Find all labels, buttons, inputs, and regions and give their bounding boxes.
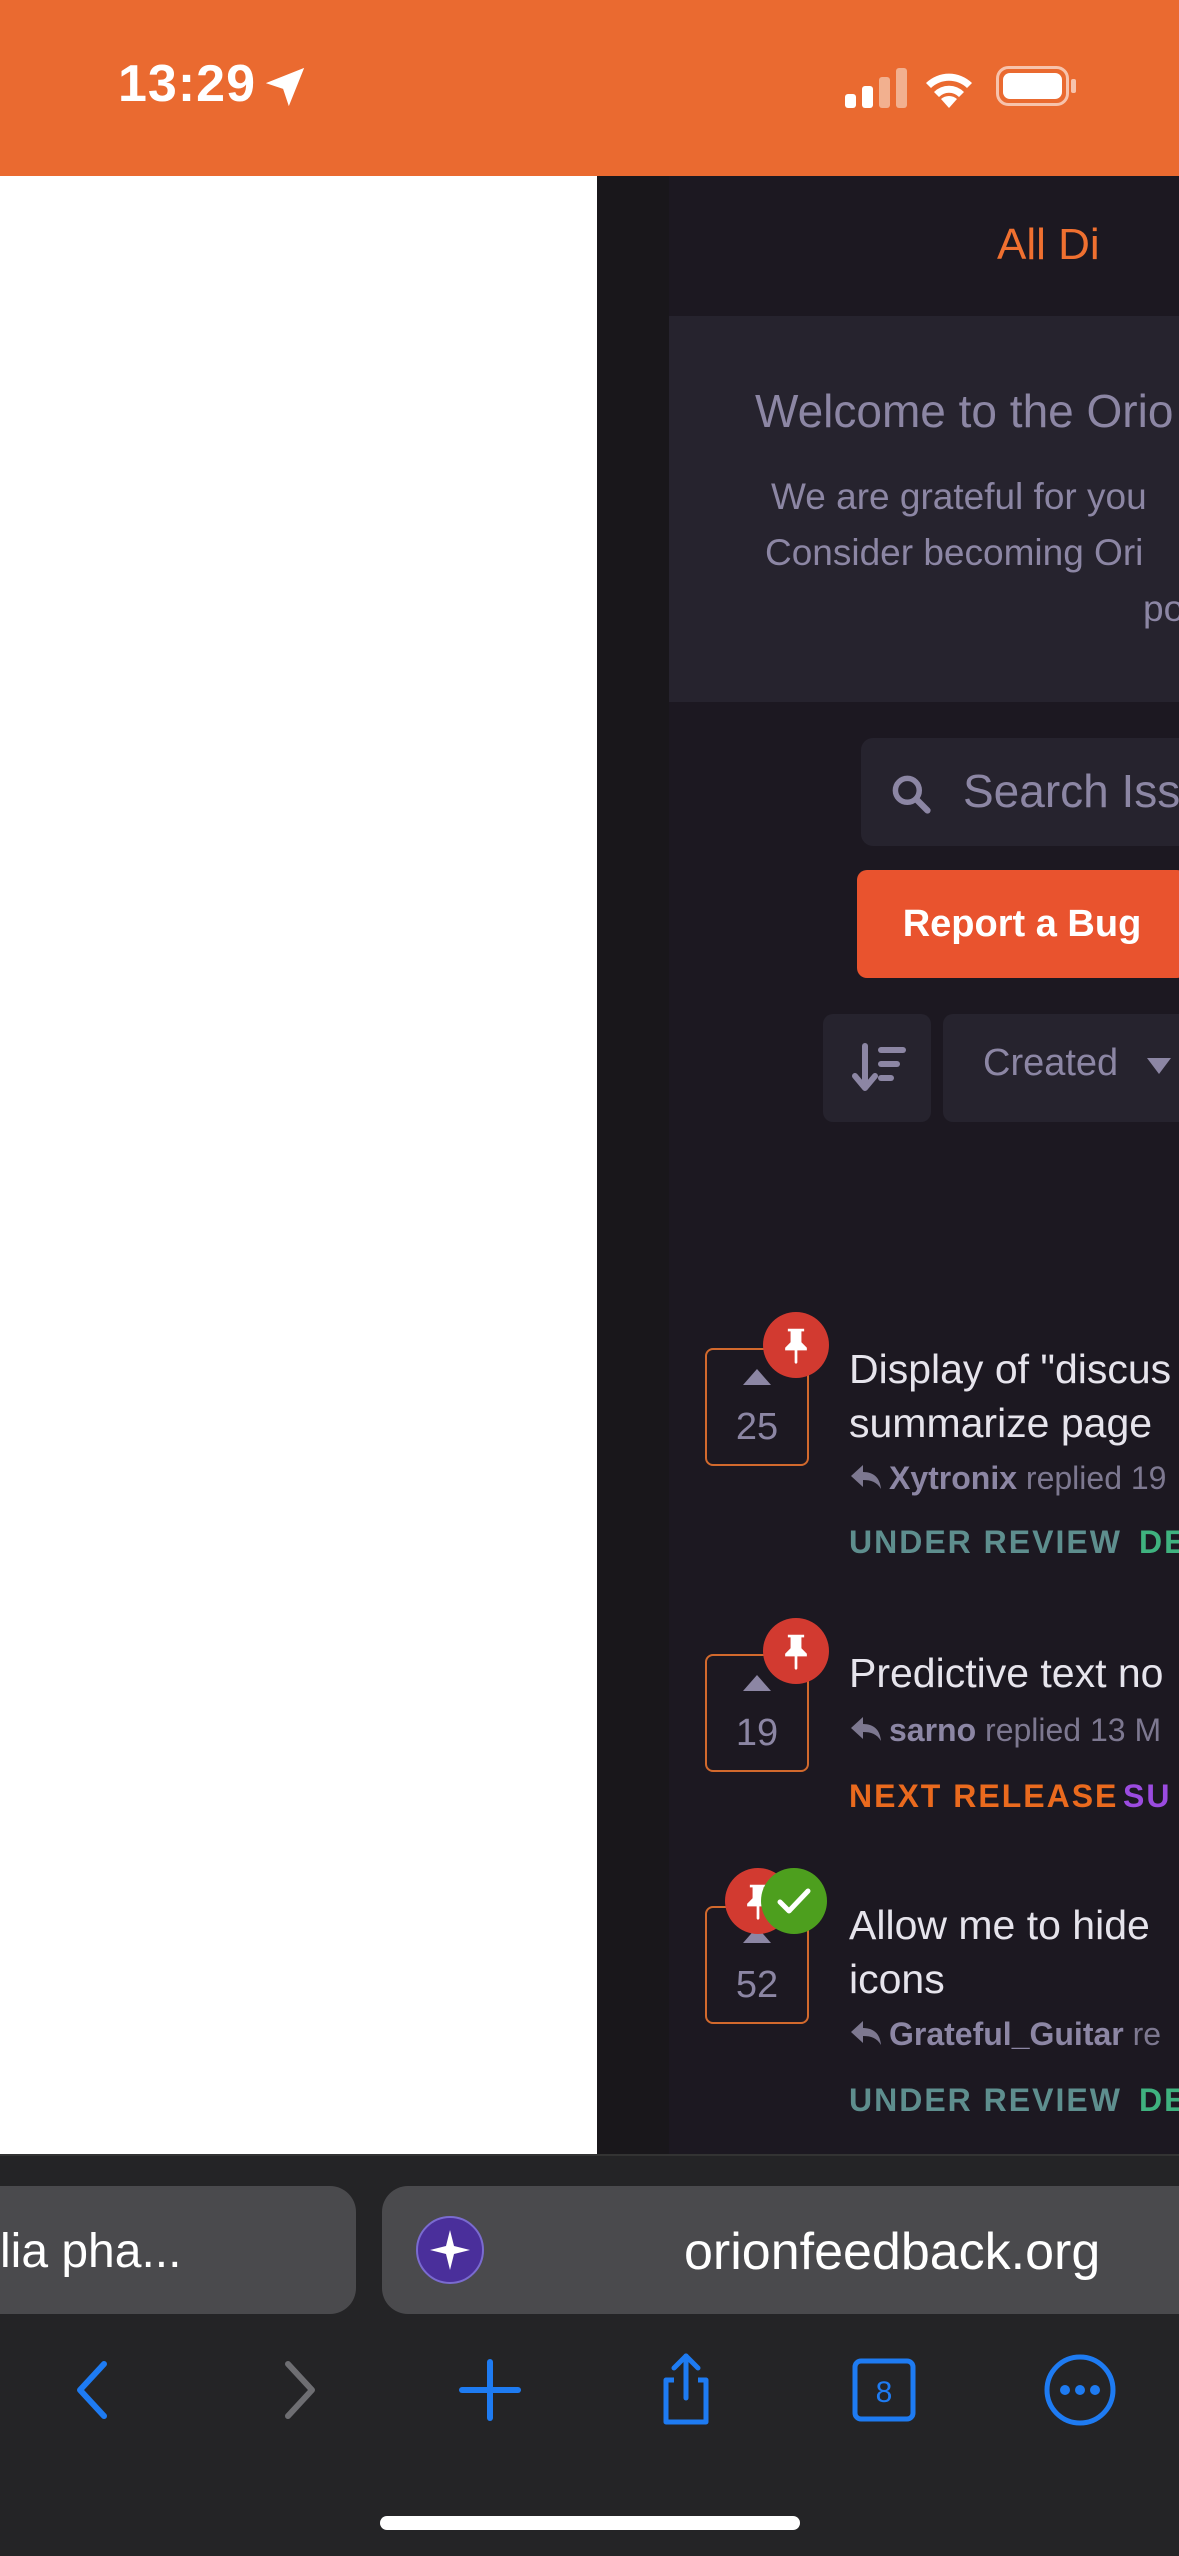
issue-title[interactable]: Allow me to hide xyxy=(849,1898,1150,1952)
issue-author[interactable]: sarno xyxy=(889,1712,976,1748)
vote-count: 19 xyxy=(735,1712,779,1754)
issue-meta-text: replied 13 M xyxy=(985,1712,1162,1748)
status-tag[interactable]: NEXT RELEASE xyxy=(849,1778,1118,1815)
issue-title[interactable]: Predictive text no xyxy=(849,1646,1164,1700)
nav-all-discussions[interactable]: All Di xyxy=(997,220,1100,270)
search-icon xyxy=(892,775,931,814)
orion-sparkle-icon xyxy=(416,2216,484,2284)
report-bug-button[interactable]: Report a Bug xyxy=(857,870,1179,978)
category-tag[interactable]: DE xyxy=(1139,1524,1179,1561)
wifi-icon xyxy=(926,73,972,108)
upvote-arrow-icon xyxy=(743,1369,771,1385)
category-tag[interactable]: DE xyxy=(1139,2082,1179,2119)
reply-icon xyxy=(851,1465,881,1489)
address-url: orionfeedback.org xyxy=(684,2223,1101,2281)
welcome-text: We are grateful for you xyxy=(771,476,1147,517)
upvote-arrow-icon xyxy=(743,1675,771,1691)
issue-meta: Xytronix replied 19 xyxy=(849,1460,1166,1497)
issue-author[interactable]: Grateful_Guitar xyxy=(889,2016,1124,2052)
forward-chevron-icon[interactable] xyxy=(256,2350,336,2430)
issue-author[interactable]: Xytronix xyxy=(889,1460,1017,1496)
cellular-signal-icon xyxy=(845,68,907,108)
location-arrow-icon xyxy=(265,67,305,107)
previous-tab-page[interactable] xyxy=(0,176,597,2154)
tab-previous-label: lia pha... xyxy=(0,2225,182,2278)
issue-title[interactable]: Display of "discus xyxy=(849,1342,1171,1396)
sort-field-label: Created xyxy=(983,1042,1119,1084)
issue-meta: Grateful_Guitar re xyxy=(849,2016,1161,2053)
tab-count: 8 xyxy=(876,2376,893,2409)
status-tag[interactable]: UNDER REVIEW xyxy=(849,2082,1122,2119)
battery-icon xyxy=(996,66,1076,106)
plus-icon[interactable] xyxy=(450,2350,530,2430)
home-indicator[interactable] xyxy=(380,2516,800,2530)
reply-icon xyxy=(851,2021,881,2045)
issue-title[interactable]: icons xyxy=(849,1952,945,2006)
more-ellipsis-icon[interactable] xyxy=(1040,2350,1120,2430)
status-tag[interactable]: UNDER REVIEW xyxy=(849,1524,1122,1561)
issue-meta-text: re xyxy=(1132,2016,1162,2052)
sort-descending-icon xyxy=(852,1043,906,1091)
share-icon[interactable] xyxy=(646,2350,726,2430)
search-placeholder: Search Iss xyxy=(963,765,1179,817)
welcome-title: Welcome to the Orio xyxy=(755,385,1174,437)
issue-meta-text: replied 19 xyxy=(1025,1460,1167,1496)
tab-count-icon[interactable]: 8 xyxy=(844,2350,924,2430)
caret-down-icon xyxy=(1147,1058,1171,1074)
category-tag[interactable]: SU xyxy=(1123,1778,1171,1815)
issue-title[interactable]: summarize page xyxy=(849,1396,1152,1450)
reply-icon xyxy=(851,1717,881,1741)
status-time: 13:29 xyxy=(118,55,256,113)
welcome-text: Consider becoming Ori xyxy=(765,532,1144,573)
completed-check-icon xyxy=(761,1868,827,1934)
page-gutter xyxy=(597,176,669,2154)
back-chevron-icon[interactable] xyxy=(56,2350,136,2430)
issue-meta: sarno replied 13 M xyxy=(849,1712,1161,1749)
vote-count: 25 xyxy=(735,1406,779,1448)
pin-icon xyxy=(763,1312,829,1378)
orion-feedback-page: All Di Welcome to the Orio We are gratef… xyxy=(597,176,1179,2154)
welcome-text: po xyxy=(1143,588,1179,629)
vote-count: 52 xyxy=(735,1964,779,2006)
pin-icon xyxy=(763,1618,829,1684)
